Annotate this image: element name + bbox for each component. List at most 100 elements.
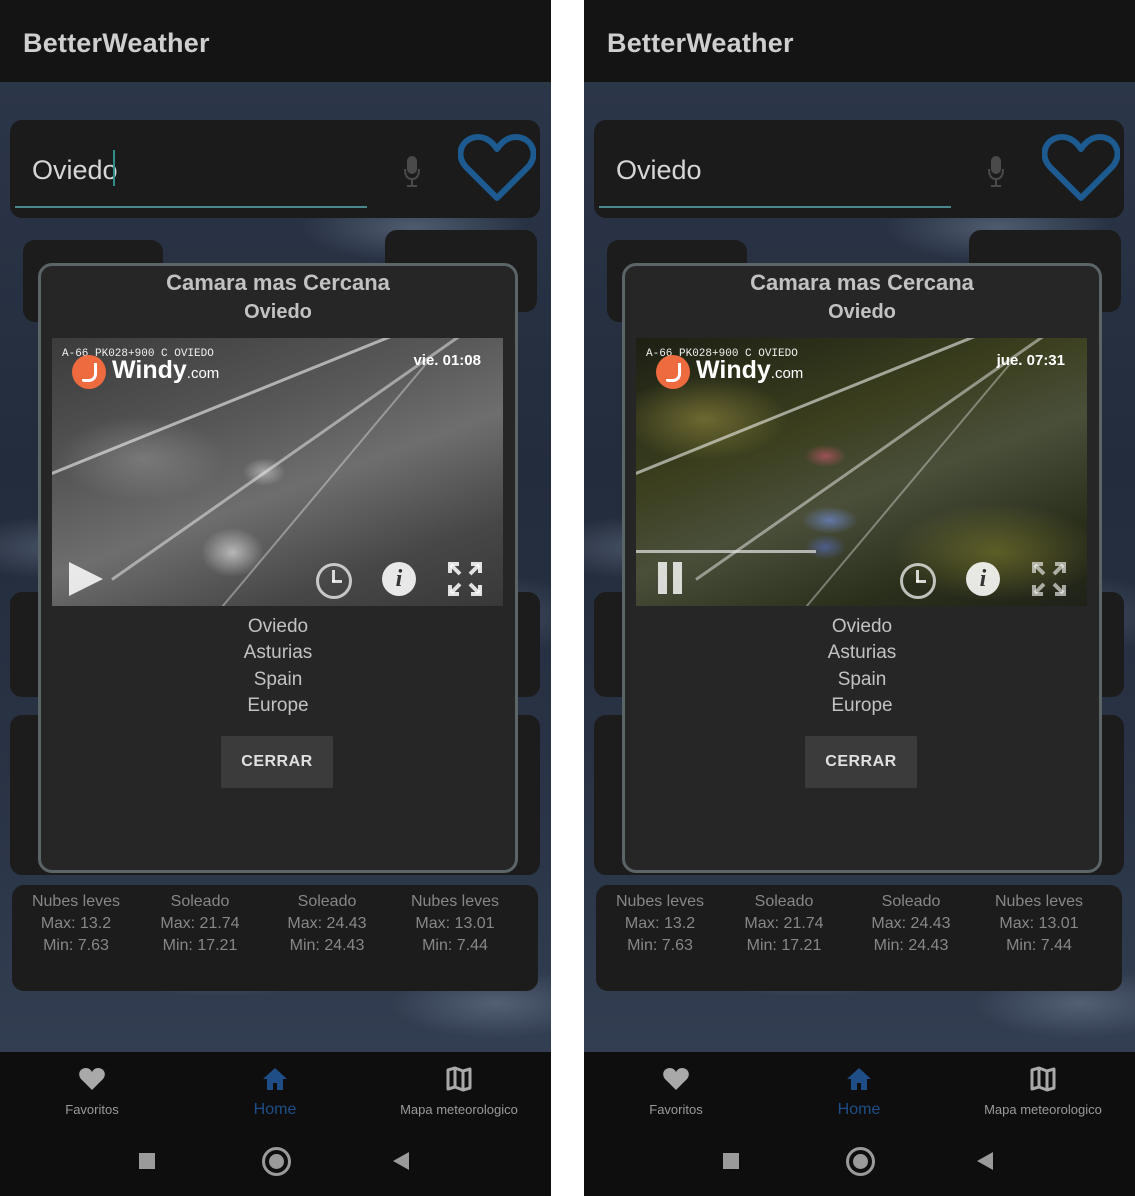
info-icon[interactable]: i xyxy=(382,562,416,596)
forecast-desc: Soleado xyxy=(754,893,814,910)
forecast-min: Min: 7.63 xyxy=(43,937,109,954)
forecast-max: Max: 21.74 xyxy=(160,915,240,932)
recents-icon[interactable] xyxy=(139,1153,155,1169)
forecast-max: Max: 13.2 xyxy=(624,915,696,932)
forecast-min: Min: 7.44 xyxy=(422,937,488,954)
back-icon[interactable] xyxy=(393,1152,409,1170)
forecast-max: Max: 24.43 xyxy=(287,915,367,932)
text-cursor xyxy=(113,150,115,186)
forecast-day: Nubes leves Max: 13.2 Min: 7.63 xyxy=(596,891,724,957)
map-icon xyxy=(1030,1066,1056,1092)
heart-icon xyxy=(663,1068,689,1090)
forecast-day: Soleado Max: 21.74 Min: 17.21 xyxy=(720,891,848,957)
favorite-heart-icon[interactable] xyxy=(458,132,536,204)
system-navigation-bar xyxy=(584,1132,1135,1196)
location-continent: Europe xyxy=(831,695,893,716)
info-icon[interactable]: i xyxy=(966,562,1000,596)
nav-label: Home xyxy=(837,1101,881,1118)
nav-label: Mapa meteorologico xyxy=(400,1102,518,1117)
nearest-camera-dialog: Camara mas Cercana Oviedo A-66 PK028+900… xyxy=(622,263,1102,873)
nav-item-home[interactable]: Home xyxy=(185,1052,365,1132)
camera-timestamp: vie. 01:08 xyxy=(413,352,481,369)
forecast-day: Soleado Max: 24.43 Min: 24.43 xyxy=(847,891,975,957)
dialog-title: Camara mas Cercana xyxy=(166,270,390,295)
forecast-max: Max: 13.01 xyxy=(415,915,495,932)
location-city: Oviedo xyxy=(247,616,309,637)
forecast-min: Min: 24.43 xyxy=(873,937,949,954)
dialog-title: Camara mas Cercana xyxy=(750,270,974,295)
forecast-day: Nubes leves Max: 13.01 Min: 7.44 xyxy=(391,891,519,957)
forecast-card: Nubes leves Max: 13.2 Min: 7.63 Soleado … xyxy=(12,885,538,991)
nav-label: Mapa meteorologico xyxy=(984,1102,1102,1117)
map-icon xyxy=(446,1066,472,1092)
windy-logo-icon xyxy=(656,355,690,389)
forecast-day: Nubes leves Max: 13.01 Min: 7.44 xyxy=(975,891,1103,957)
forecast-day: Nubes leves Max: 13.2 Min: 7.63 xyxy=(12,891,140,957)
camera-timestamp: jue. 07:31 xyxy=(996,352,1065,369)
app-bar: BetterWeather xyxy=(584,0,1135,82)
bottom-navigation: Favoritos Home Mapa meteorologico xyxy=(584,1052,1135,1132)
recents-icon[interactable] xyxy=(723,1153,739,1169)
close-button[interactable]: CERRAR xyxy=(805,736,917,788)
forecast-desc: Soleado xyxy=(881,893,941,910)
windy-brand: Windy.com xyxy=(696,356,804,384)
nav-item-favoritos[interactable]: Favoritos xyxy=(2,1052,182,1132)
nav-item-mapa[interactable]: Mapa meteorologico xyxy=(369,1052,549,1132)
close-button[interactable]: CERRAR xyxy=(221,736,333,788)
forecast-desc: Soleado xyxy=(297,893,357,910)
home-system-icon[interactable] xyxy=(846,1147,875,1176)
nearest-camera-dialog: Camara mas Cercana Oviedo A-66 PK028+900… xyxy=(38,263,518,873)
nav-label: Favoritos xyxy=(649,1102,703,1117)
forecast-desc: Soleado xyxy=(170,893,230,910)
city-search-input[interactable] xyxy=(616,150,916,190)
location-city: Oviedo xyxy=(831,616,893,637)
search-card xyxy=(594,120,1124,218)
clock-icon[interactable] xyxy=(316,563,352,599)
forecast-desc: Nubes leves xyxy=(994,893,1084,910)
nav-label: Favoritos xyxy=(65,1102,119,1117)
phone-screen-left: BetterWeather Camara mas Cercana Oviedo … xyxy=(0,0,551,1196)
home-system-icon[interactable] xyxy=(262,1147,291,1176)
forecast-min: Min: 7.63 xyxy=(627,937,693,954)
nav-item-favoritos[interactable]: Favoritos xyxy=(586,1052,766,1132)
location-country: Spain xyxy=(837,669,887,690)
back-icon[interactable] xyxy=(977,1152,993,1170)
forecast-max: Max: 24.43 xyxy=(871,915,951,932)
forecast-min: Min: 24.43 xyxy=(289,937,365,954)
home-icon xyxy=(263,1068,287,1090)
windy-logo-icon xyxy=(72,355,106,389)
nav-item-mapa[interactable]: Mapa meteorologico xyxy=(953,1052,1133,1132)
search-underline xyxy=(15,206,367,208)
dialog-subtitle: Oviedo xyxy=(828,301,896,323)
fullscreen-icon[interactable] xyxy=(1032,562,1066,596)
forecast-day: Soleado Max: 24.43 Min: 24.43 xyxy=(263,891,391,957)
nav-item-home[interactable]: Home xyxy=(769,1052,949,1132)
clock-icon[interactable] xyxy=(900,563,936,599)
heart-icon xyxy=(79,1068,105,1090)
windy-brand: Windy.com xyxy=(112,356,220,384)
favorite-heart-icon[interactable] xyxy=(1042,132,1120,204)
play-icon[interactable] xyxy=(69,562,103,596)
fullscreen-icon[interactable] xyxy=(448,562,482,596)
search-underline xyxy=(599,206,951,208)
forecast-min: Min: 17.21 xyxy=(162,937,238,954)
webcam-player[interactable]: A-66 PK028+900 C OVIEDO Windy.com jue. 0… xyxy=(636,338,1087,606)
playback-progress[interactable] xyxy=(636,550,816,553)
city-search-input[interactable] xyxy=(32,150,332,190)
pause-icon[interactable] xyxy=(658,562,684,594)
forecast-max: Max: 13.2 xyxy=(40,915,112,932)
location-country: Spain xyxy=(253,669,303,690)
bottom-navigation: Favoritos Home Mapa meteorologico xyxy=(0,1052,551,1132)
forecast-max: Max: 13.01 xyxy=(999,915,1079,932)
microphone-icon[interactable] xyxy=(987,154,1005,188)
forecast-card: Nubes leves Max: 13.2 Min: 7.63 Soleado … xyxy=(596,885,1122,991)
dialog-subtitle: Oviedo xyxy=(244,301,312,323)
forecast-max: Max: 21.74 xyxy=(744,915,824,932)
forecast-desc: Nubes leves xyxy=(615,893,705,910)
app-title: BetterWeather xyxy=(607,28,794,58)
forecast-desc: Nubes leves xyxy=(410,893,500,910)
forecast-desc: Nubes leves xyxy=(31,893,121,910)
forecast-min: Min: 17.21 xyxy=(746,937,822,954)
microphone-icon[interactable] xyxy=(403,154,421,188)
webcam-player[interactable]: A-66 PK028+900 C OVIEDO Windy.com vie. 0… xyxy=(52,338,503,606)
